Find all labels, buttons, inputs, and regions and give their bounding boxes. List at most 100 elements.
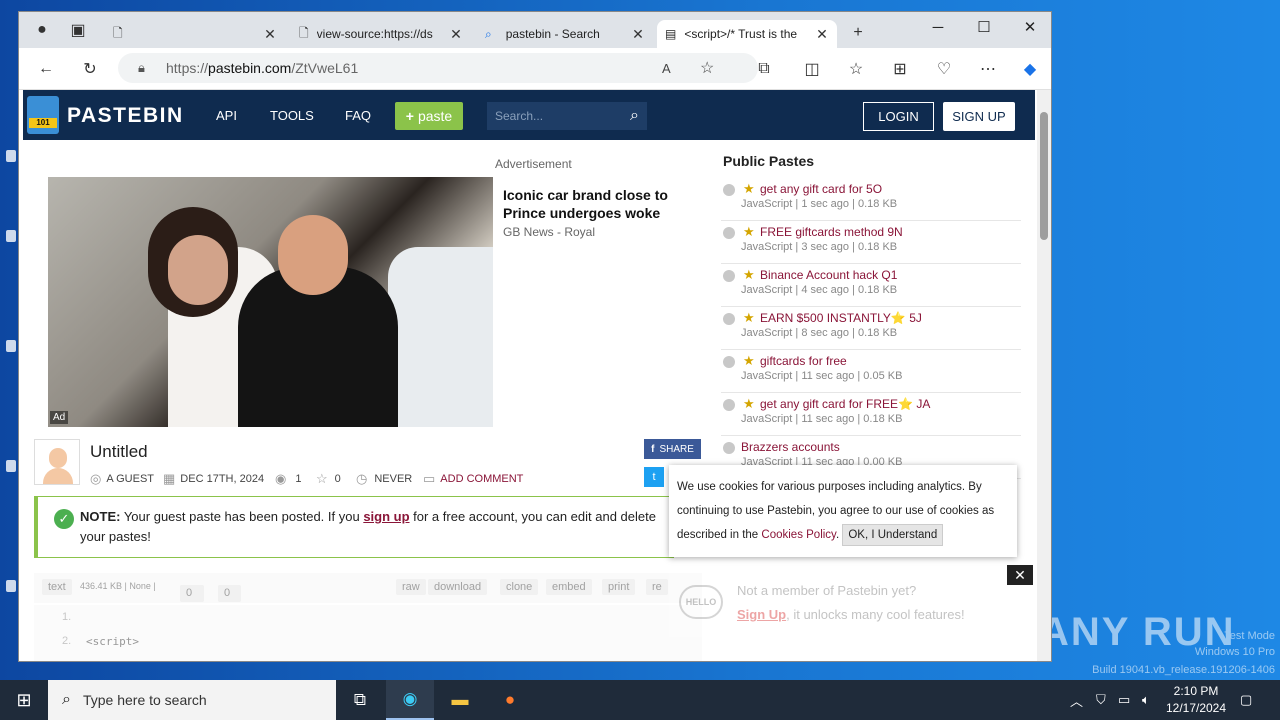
file-explorer-icon[interactable]: ▬ xyxy=(436,680,484,720)
back-icon[interactable]: ← xyxy=(33,56,59,82)
watermark-line2: Windows 10 Pro xyxy=(1194,646,1275,658)
paste-link[interactable]: get any gift card for FREE⭐ JA xyxy=(760,397,930,411)
security-icon[interactable]: ⛉ xyxy=(1096,680,1106,720)
nav-faq[interactable]: FAQ xyxy=(345,108,371,123)
promo-line2-text: , it unlocks many cool features! xyxy=(786,607,965,622)
paste-link[interactable]: Binance Account hack Q1 xyxy=(760,268,897,282)
close-tab-icon[interactable]: ✕ xyxy=(449,26,463,43)
star-icon: ★ xyxy=(743,181,755,196)
search-icon: ⌕ xyxy=(485,26,492,41)
tab-3[interactable]: ⌕ pastebin - Search ✕ xyxy=(477,20,653,48)
read-aloud-icon[interactable]: A xyxy=(662,61,671,76)
url-path: /ZtVweL61 xyxy=(291,60,359,76)
tab-2[interactable]: 🗋 view-source:https://ds ✕ xyxy=(291,20,471,48)
twitter-share-button[interactable]: t xyxy=(644,467,664,487)
search-input[interactable]: Search... ⌕ xyxy=(487,102,647,130)
report-button[interactable]: re xyxy=(646,579,668,595)
tab-active[interactable]: ▤ <script>/* Trust is the ✕ xyxy=(657,20,837,48)
download-button[interactable]: download xyxy=(428,579,488,595)
facebook-share-button[interactable]: f SHARE xyxy=(644,439,701,459)
author: A GUEST xyxy=(106,473,155,485)
close-window-icon[interactable]: ✕ xyxy=(1007,12,1051,42)
favorite-star-icon[interactable]: ☆ xyxy=(700,58,714,78)
paste-link[interactable]: Brazzers accounts xyxy=(741,440,840,454)
print-button[interactable]: print xyxy=(602,579,636,595)
network-icon[interactable]: ▭ xyxy=(1118,680,1130,720)
list-item[interactable]: ★ get any gift card for 5O JavaScript | 1 … xyxy=(721,178,1021,221)
notifications-icon[interactable]: ▢ xyxy=(1240,680,1252,720)
close-tab-icon[interactable]: ✕ xyxy=(815,26,829,43)
show-hidden-icons[interactable]: ︿ xyxy=(1070,680,1083,720)
task-view-icon[interactable]: ⧉ xyxy=(336,680,384,720)
clone-button[interactable]: clone xyxy=(500,579,539,595)
list-item[interactable]: ★ giftcards for free JavaScript | 11 sec a… xyxy=(721,350,1021,393)
brand-name[interactable]: PASTEBIN xyxy=(67,104,184,128)
close-tab-icon[interactable]: ✕ xyxy=(631,26,645,43)
cookies-policy-link[interactable]: Cookies Policy xyxy=(761,529,836,541)
nav-tools[interactable]: TOOLS xyxy=(270,108,314,123)
globe-icon xyxy=(723,313,735,325)
clock-icon: ◷ xyxy=(356,471,368,486)
more-menu-icon[interactable]: ⋯ xyxy=(975,56,1001,82)
page-scrollbar[interactable] xyxy=(1037,90,1051,661)
ad-image[interactable]: Ad xyxy=(48,177,493,427)
add-comment-link[interactable]: ▭ ADD COMMENT xyxy=(423,471,523,487)
tab-title: view-source:https://ds xyxy=(316,27,433,41)
volume-icon[interactable]: 🔈︎ xyxy=(1142,680,1150,720)
list-item[interactable]: ★ Binance Account hack Q1 JavaScript | 4 s… xyxy=(721,264,1021,307)
login-button[interactable]: LOGIN xyxy=(863,102,934,131)
new-tab-icon[interactable]: + xyxy=(845,20,871,46)
split-screen-icon[interactable]: ◫ xyxy=(799,56,825,82)
list-item[interactable]: ★ get any gift card for FREE⭐ JA JavaScrip… xyxy=(721,393,1021,436)
paste-link[interactable]: giftcards for free xyxy=(760,354,847,368)
promo-signup-link[interactable]: Sign Up xyxy=(737,607,786,622)
refresh-icon[interactable]: ↻ xyxy=(77,56,103,82)
tab-title: pastebin - Search xyxy=(505,27,600,41)
extensions-icon[interactable]: ⧉ xyxy=(751,56,777,82)
pastebin-logo-icon[interactable]: 101 xyxy=(27,96,59,134)
collections-icon[interactable]: ⊞ xyxy=(887,56,913,82)
ad-source[interactable]: GB News - Royal xyxy=(503,225,595,239)
firefox-icon[interactable]: ● xyxy=(486,680,534,720)
minimize-icon[interactable]: ─ xyxy=(915,12,961,42)
search-icon[interactable]: ⌕ xyxy=(630,102,639,130)
scrollbar-thumb[interactable] xyxy=(1040,112,1048,240)
paste-link[interactable]: get any gift card for 5O xyxy=(760,182,882,196)
signup-button[interactable]: SIGN UP xyxy=(943,102,1015,131)
profile-icon[interactable]: ● xyxy=(29,17,55,43)
nav-api[interactable]: API xyxy=(216,108,237,123)
embed-button[interactable]: embed xyxy=(546,579,592,595)
tab-actions-icon[interactable]: ▣ xyxy=(65,17,91,43)
close-tab-icon[interactable]: ✕ xyxy=(263,26,277,43)
taskbar-search[interactable]: ⌕ Type here to search xyxy=(48,680,336,720)
clock[interactable]: 2:10 PM 12/17/2024 xyxy=(1160,683,1232,717)
raw-button[interactable]: raw xyxy=(396,579,426,595)
stars-meta[interactable]: ☆ 0 xyxy=(316,471,341,487)
list-item[interactable]: ★ EARN $500 INSTANTLY⭐ 5J JavaScript | 8 s… xyxy=(721,307,1021,350)
address-bar[interactable]: 🔒︎ https://pastebin.com/ZtVweL61 A ☆ xyxy=(118,53,758,83)
ad-badge: Ad xyxy=(50,411,69,424)
list-item[interactable]: ★ FREE giftcards method 9N JavaScript | 3 … xyxy=(721,221,1021,264)
paste-title: Untitled xyxy=(90,442,148,461)
sign-up-link[interactable]: sign up xyxy=(363,509,409,524)
favorites-icon[interactable]: ☆ xyxy=(843,56,869,82)
ad-title[interactable]: Iconic car brand close to Prince undergo… xyxy=(503,186,703,224)
edge-icon[interactable]: ◉ xyxy=(386,680,434,720)
paste-link[interactable]: FREE giftcards method 9N xyxy=(760,225,903,239)
maximize-icon[interactable]: ☐ xyxy=(961,12,1007,42)
close-icon[interactable]: ✕ xyxy=(1007,565,1033,585)
paste-meta: JavaScript | 11 sec ago | 0.18 KB xyxy=(741,413,903,425)
like-button[interactable]: 👍︎ 0 xyxy=(174,579,204,602)
cookie-ok-button[interactable]: OK, I Understand xyxy=(842,524,944,546)
browser-essentials-icon[interactable]: ♡ xyxy=(931,56,957,82)
avatar-body xyxy=(43,468,73,484)
add-comment-label[interactable]: ADD COMMENT xyxy=(440,473,523,485)
url-host: pastebin.com xyxy=(208,60,292,76)
tab-1[interactable]: 🗋 ✕ xyxy=(105,20,285,48)
watermark-line1: Test Mode xyxy=(1224,630,1275,642)
dislike-button[interactable]: 👎︎ 0 xyxy=(212,579,242,602)
paste-link[interactable]: EARN $500 INSTANTLY⭐ 5J xyxy=(760,311,922,325)
windows-start-icon[interactable]: ⊞ xyxy=(0,680,48,720)
new-paste-button[interactable]: + paste xyxy=(395,102,463,130)
copilot-icon[interactable]: ◆ xyxy=(1017,56,1043,82)
